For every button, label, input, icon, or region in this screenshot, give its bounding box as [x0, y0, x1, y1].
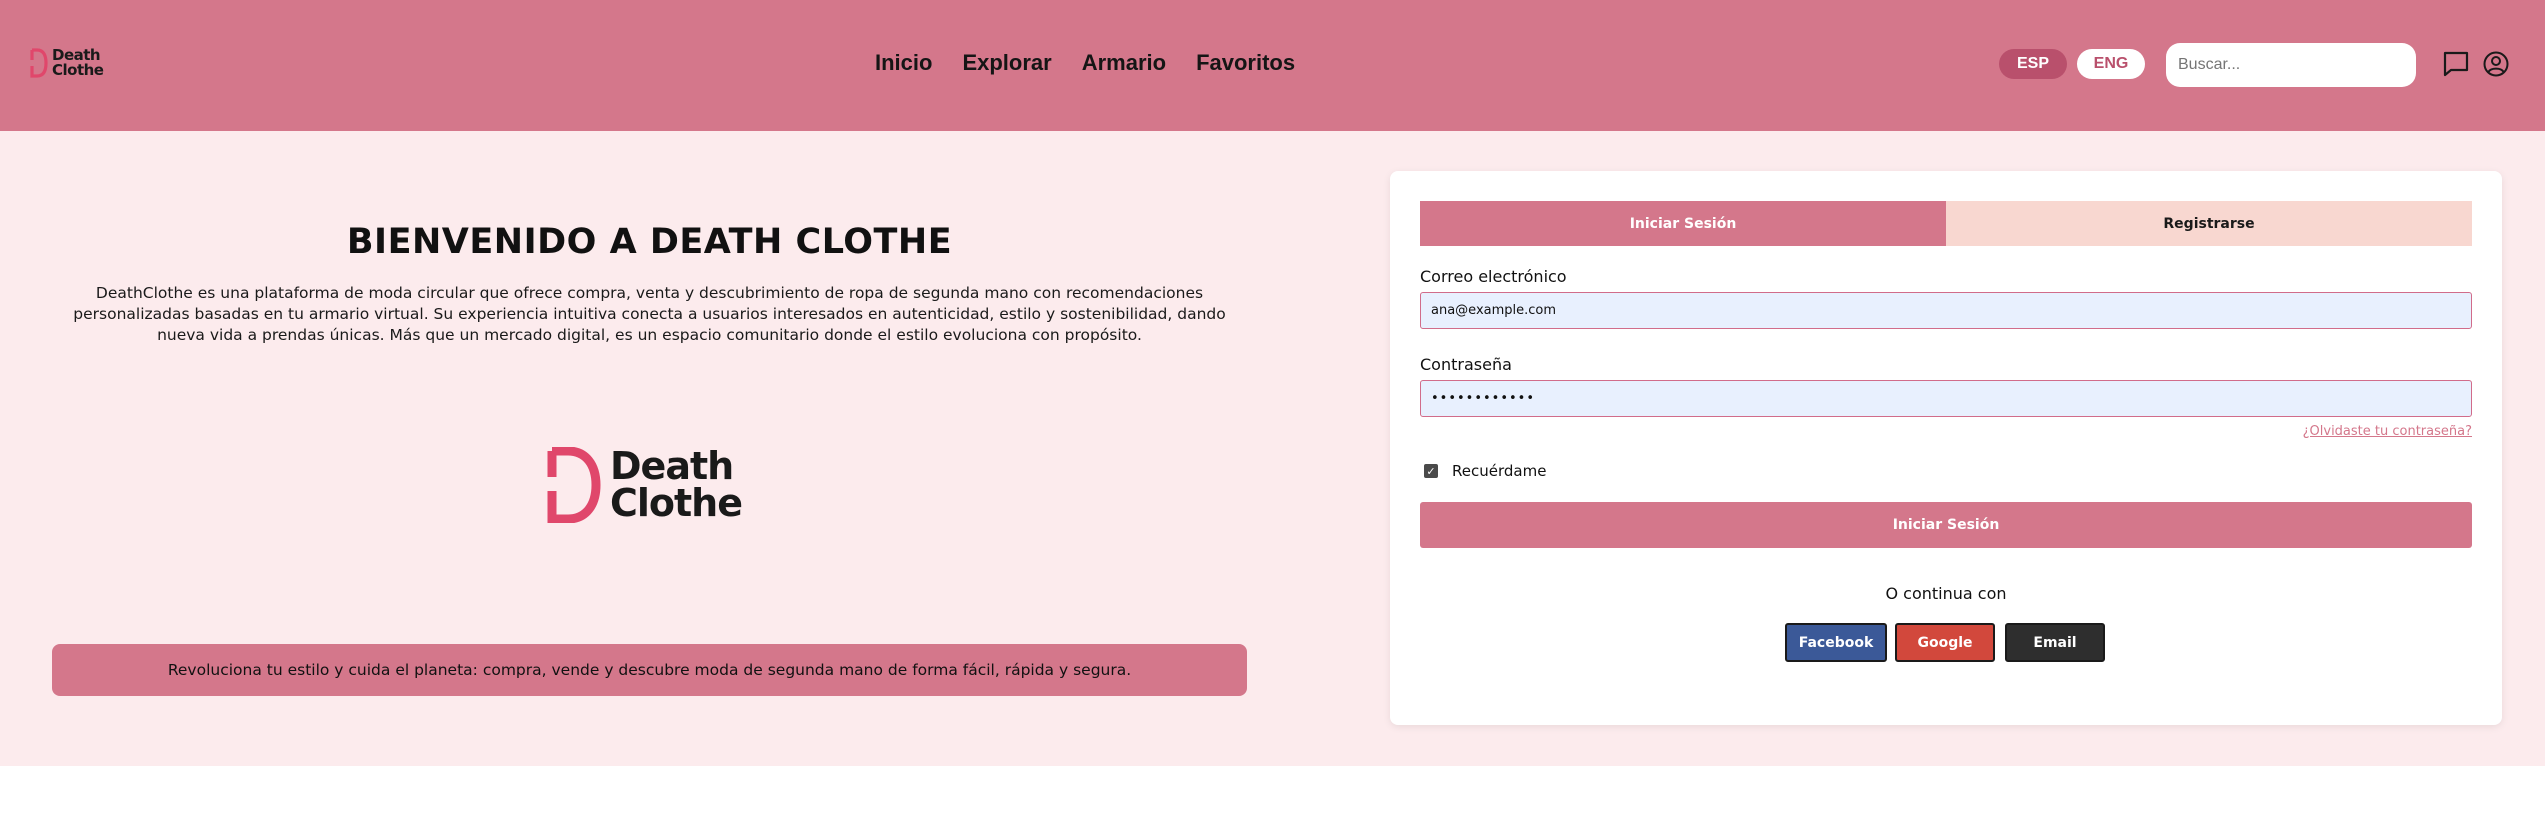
nav-inicio[interactable]: Inicio: [875, 50, 932, 76]
lang-eng-button[interactable]: ENG: [2077, 49, 2145, 79]
logo-mark-icon: [30, 48, 48, 78]
or-continue-text: O continua con: [1885, 584, 2007, 603]
login-submit-button[interactable]: Iniciar Sesión: [1420, 502, 2472, 548]
email-label: Correo electrónico: [1420, 267, 1567, 286]
welcome-description: DeathClothe es una plataforma de moda ci…: [73, 284, 1226, 344]
lang-esp-button[interactable]: ESP: [1999, 49, 2067, 79]
password-label: Contraseña: [1420, 355, 1512, 374]
forgot-password-link[interactable]: ¿Olvidaste tu contraseña?: [2303, 424, 2472, 439]
tab-register[interactable]: Registrarse: [1946, 201, 2472, 246]
nav-explorar[interactable]: Explorar: [962, 50, 1051, 76]
facebook-button[interactable]: Facebook: [1785, 623, 1887, 662]
remember-checkbox[interactable]: ✓: [1424, 464, 1438, 478]
hero-logo-line1: Death: [610, 444, 734, 488]
nav-armario[interactable]: Armario: [1082, 50, 1166, 76]
google-button[interactable]: Google: [1895, 623, 1995, 662]
password-field[interactable]: ••••••••••••: [1420, 380, 2472, 417]
top-navbar: Death Clothe Inicio Explorar Armario Fav…: [0, 0, 2545, 131]
remember-me[interactable]: ✓ Recuérdame: [1424, 462, 1546, 480]
login-card: Iniciar Sesión Registrarse Correo electr…: [1390, 171, 2502, 725]
slogan-banner: Revoluciona tu estilo y cuida el planeta…: [52, 644, 1247, 696]
search-input[interactable]: Buscar...: [2166, 43, 2416, 87]
remember-label: Recuérdame: [1452, 462, 1547, 480]
hero-logo: Death Clothe: [546, 444, 743, 525]
brand-logo[interactable]: Death Clothe: [30, 46, 104, 80]
tab-login[interactable]: Iniciar Sesión: [1420, 201, 1946, 246]
chat-icon[interactable]: [2441, 49, 2471, 79]
email-button[interactable]: Email: [2005, 623, 2105, 662]
auth-tabs: Iniciar Sesión Registrarse: [1420, 201, 2472, 246]
main-nav: Inicio Explorar Armario Favoritos: [875, 50, 1295, 76]
hero-logo-line2: Clothe: [610, 481, 743, 525]
nav-favoritos[interactable]: Favoritos: [1196, 50, 1295, 76]
logo-mark-icon: [547, 447, 601, 523]
welcome-title: BIENVENIDO A DEATH CLOTHE: [346, 222, 953, 262]
email-field[interactable]: ana@example.com: [1420, 292, 2472, 329]
user-icon[interactable]: [2481, 49, 2511, 79]
logo-text-line2: Clothe: [52, 61, 104, 79]
